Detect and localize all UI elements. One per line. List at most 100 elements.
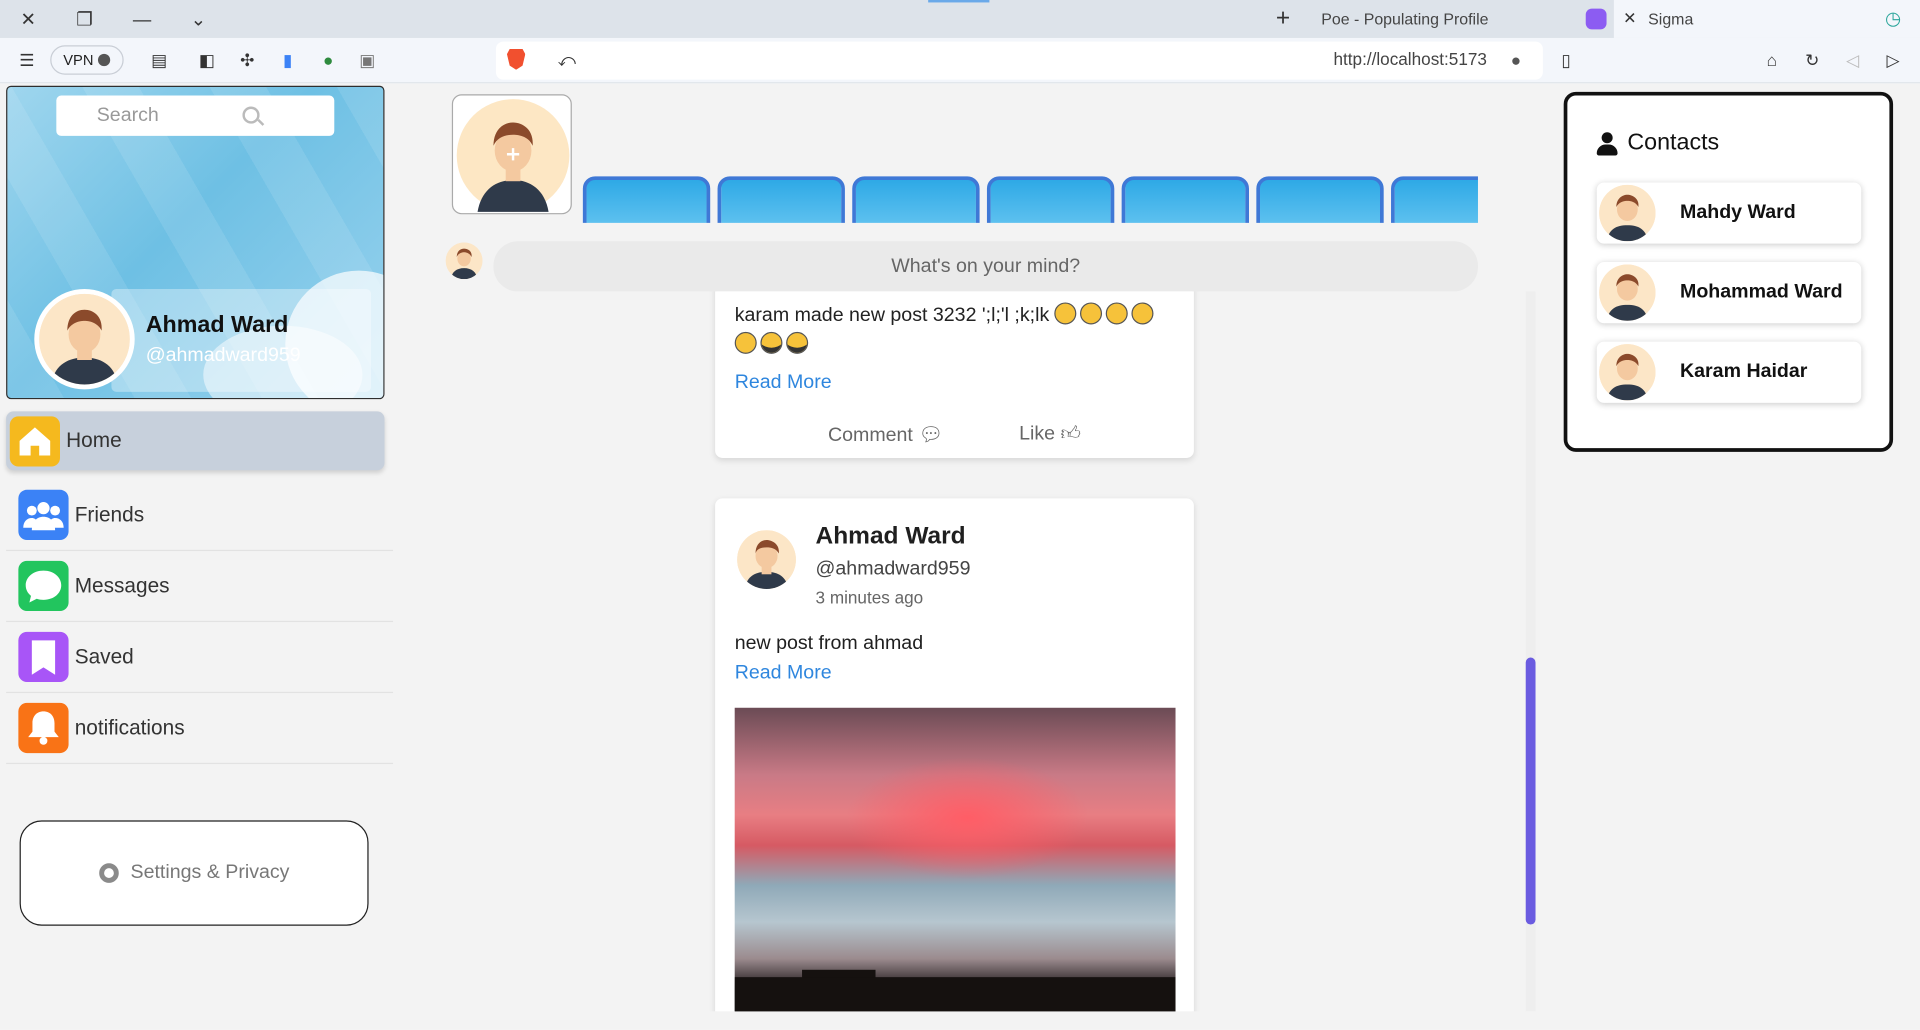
avatar[interactable] [34, 288, 135, 390]
tab-indicator [928, 0, 990, 3]
tab-sigma[interactable]: ✕ Sigma ◷ [1613, 0, 1920, 38]
sidebar-toggle-icon[interactable]: ◧ [195, 48, 219, 72]
minimize-window-icon[interactable]: — [129, 6, 156, 33]
contacts-panel: Contacts Mahdy Ward Mohammad Ward Karam … [1563, 91, 1894, 452]
sidebar-item-label: Messages [74, 573, 170, 597]
settings-label: Settings & Privacy [130, 862, 290, 883]
like-label: Like [1019, 423, 1056, 445]
story-card[interactable]: kiven [986, 176, 1115, 223]
settings-privacy-button[interactable]: Settings & Privacy [19, 820, 369, 926]
post-card: karam made new post 3232 ';l;'l ;k;lk Re… [715, 291, 1194, 458]
globe-extension-icon[interactable]: ● [316, 48, 340, 72]
sunglasses-emoji-icon [760, 331, 783, 354]
leo-icon[interactable]: ◷ [1880, 5, 1907, 32]
tab-sigma-title: Sigma [1648, 9, 1694, 29]
profile-name[interactable]: Ahmad Ward [146, 312, 289, 339]
post-image[interactable] [734, 707, 1176, 1012]
contacts-title: Contacts [1596, 129, 1720, 157]
name-panel [111, 288, 372, 392]
contacts-title-text: Contacts [1627, 129, 1720, 156]
restore-window-icon[interactable]: ❐ [71, 6, 98, 33]
post-timestamp: 3 minutes ago [815, 587, 924, 608]
tab-groups-icon[interactable]: ▤ [147, 48, 171, 72]
person-icon [1596, 131, 1618, 155]
browser-toolbar: ☰ VPN ▤ ◧ ✣ ▮ ● ▣ ⤺ http://localhost:517… [0, 37, 1920, 84]
composer-avatar [445, 242, 483, 280]
contact-item[interactable]: Mahdy Ward [1596, 182, 1862, 244]
avatar [1599, 344, 1656, 401]
friends-icon [18, 489, 69, 541]
post-author-handle: @ahmadward959 [815, 558, 971, 580]
story-card[interactable]: kiven [582, 176, 711, 223]
post-author-avatar[interactable] [737, 530, 796, 589]
comment-label: Comment [827, 424, 913, 446]
post-card: Ahmad Ward @ahmadward959 3 minutes ago n… [715, 498, 1194, 1012]
contact-name: Mahdy Ward [1680, 202, 1796, 223]
contact-item[interactable]: Karam Haidar [1596, 341, 1862, 403]
sidebar-item-messages[interactable]: Messages [6, 551, 394, 623]
search-icon [242, 106, 260, 124]
story-card[interactable]: kiven [1121, 176, 1249, 223]
chat-bubble-icon [18, 560, 69, 612]
profile-handle: @ahmadward959 [145, 345, 301, 367]
like-button[interactable]: Like 👍︎ [1019, 422, 1081, 446]
grinning-emoji-icon [1131, 302, 1154, 325]
avatar [1599, 184, 1656, 242]
story-card[interactable]: kiven [1256, 176, 1384, 223]
wallet-icon[interactable]: ▮ [276, 48, 300, 72]
vpn-button[interactable]: VPN [50, 45, 124, 75]
grinning-emoji-icon [1080, 302, 1103, 325]
sidebar-item-saved[interactable]: Saved [6, 622, 394, 694]
tab-poe[interactable]: Poe - Populating Profile [1321, 10, 1488, 28]
profile-extension-icon[interactable]: ▣ [355, 48, 379, 72]
read-more-link[interactable]: Read More [735, 662, 832, 684]
sidebar-item-notifications[interactable]: notifications [6, 693, 394, 765]
comment-button[interactable]: Comment 💬︎ [828, 422, 943, 446]
grinning-emoji-icon [1054, 302, 1077, 325]
sidebar-item-friends[interactable]: Friends [6, 480, 394, 552]
browser-tab-bar: ✕ ❐ — ⌄ + Poe - Populating Profile ✕ Sig… [0, 0, 1920, 38]
contact-item[interactable]: Mohammad Ward [1596, 262, 1862, 324]
thumbs-up-icon: 👍︎ [1060, 423, 1082, 445]
home-icon[interactable]: ⌂ [1760, 48, 1784, 72]
page-bottom [0, 1011, 1920, 1030]
post-author-name[interactable]: Ahmad Ward [816, 523, 966, 551]
story-card[interactable]: kiven [1391, 176, 1478, 223]
home-icon [9, 415, 61, 466]
back-icon[interactable]: ◁ [1840, 48, 1864, 72]
vpn-status-icon [98, 53, 111, 67]
site-info-icon[interactable]: ● [1504, 48, 1528, 72]
reload-icon[interactable]: ↻ [1800, 48, 1824, 72]
gear-icon [98, 863, 119, 883]
post-text-block: karam made new post 3232 ';l;'l ;k;lk [734, 301, 1176, 360]
sidebar-item-home[interactable]: Home [6, 411, 385, 471]
forward-icon[interactable]: ▷ [1881, 48, 1905, 72]
tab-list-chevron-icon[interactable]: ⌄ [185, 6, 212, 33]
avatar [1599, 264, 1656, 321]
sidebar-item-label: Saved [74, 644, 134, 668]
stories-strip: kiven kiven kiven kiven kiven kiven kive… [452, 86, 1478, 223]
new-tab-button[interactable]: + [1276, 5, 1290, 33]
menu-icon[interactable]: ☰ [15, 48, 39, 72]
comment-icon: 💬︎ [918, 424, 944, 446]
contact-name: Mohammad Ward [1680, 281, 1843, 303]
close-tab-icon[interactable]: ✕ [1616, 5, 1643, 32]
story-card[interactable]: kiven [852, 176, 980, 223]
post-actions: Comment 💬︎ Like 👍︎ [715, 422, 1194, 446]
story-card[interactable]: kiven [717, 176, 845, 223]
extensions-icon[interactable]: ✣ [235, 48, 259, 72]
share-icon[interactable]: ⤺ [555, 48, 579, 72]
close-window-icon[interactable]: ✕ [15, 6, 42, 33]
bookmark-icon [18, 631, 69, 683]
feed-scrollbar-thumb[interactable] [1525, 657, 1536, 925]
post-text: karam made new post 3232 ';l;'l ;k;lk [734, 304, 1050, 326]
read-more-link[interactable]: Read More [735, 372, 832, 394]
grinning-emoji-icon [734, 331, 757, 354]
search-input[interactable]: Search [56, 95, 335, 136]
search-placeholder: Search [96, 104, 159, 126]
post-composer-input[interactable]: What's on your mind? [493, 241, 1478, 292]
vpn-label: VPN [63, 51, 94, 69]
url-text[interactable]: http://localhost:5173 [1333, 49, 1486, 69]
grinning-emoji-icon [1106, 302, 1129, 325]
bookmark-icon[interactable]: ▯ [1554, 48, 1578, 72]
